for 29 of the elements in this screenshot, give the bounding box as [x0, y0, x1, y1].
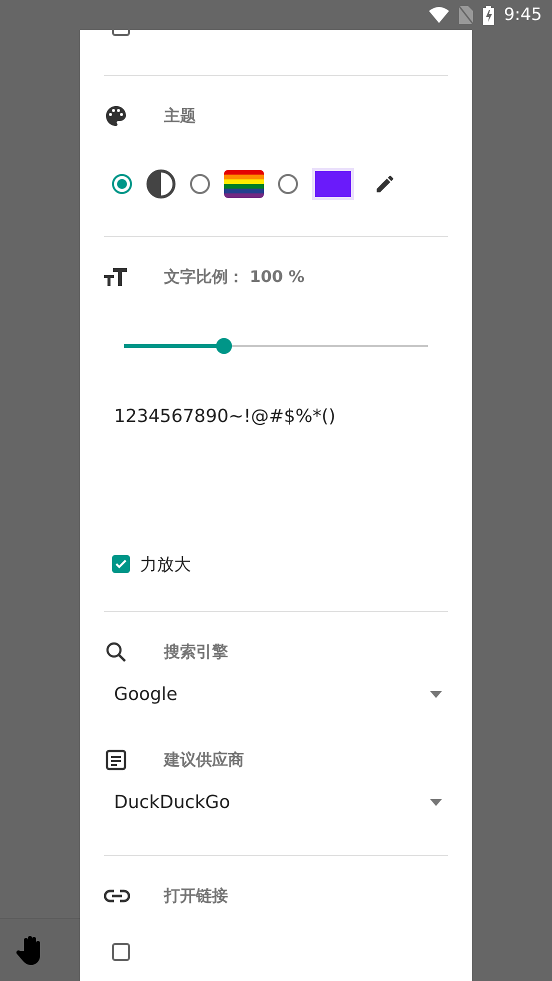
- pencil-icon[interactable]: [374, 173, 396, 195]
- battery-charging-icon: [482, 6, 494, 24]
- contrast-icon: [146, 169, 176, 199]
- slider-thumb[interactable]: [216, 338, 232, 354]
- text-scale-label: 文字比例： 100 %: [164, 266, 305, 288]
- link-icon: [104, 889, 130, 903]
- sample-text: 1234567890~!@#$%*(): [113, 406, 337, 429]
- section-title: 主题: [164, 106, 196, 126]
- radio-button[interactable]: [190, 174, 210, 194]
- caret-icon: [430, 690, 442, 698]
- suggestion-provider-dropdown[interactable]: DuckDuckGo: [104, 780, 448, 824]
- radio-button[interactable]: [112, 174, 132, 194]
- section-title: 搜索引擎: [164, 642, 228, 662]
- radio-button[interactable]: [278, 174, 298, 194]
- color-swatch[interactable]: [312, 168, 354, 200]
- text-size-icon: [104, 267, 128, 287]
- no-sim-icon: [458, 6, 473, 24]
- section-title: 建议供应商: [164, 750, 244, 770]
- section-title: 打开链接: [164, 886, 228, 906]
- palette-icon: [104, 104, 128, 128]
- checkbox-label: 力放大: [140, 554, 191, 576]
- search-icon: [104, 640, 128, 664]
- rainbow-swatch-icon[interactable]: [224, 170, 264, 198]
- check-icon: [114, 557, 128, 571]
- caret-icon: [430, 798, 442, 806]
- wifi-icon: [428, 7, 449, 23]
- search-engine-dropdown[interactable]: Google: [104, 672, 448, 716]
- status-time: 9:45: [504, 5, 542, 25]
- document-icon: [104, 748, 128, 772]
